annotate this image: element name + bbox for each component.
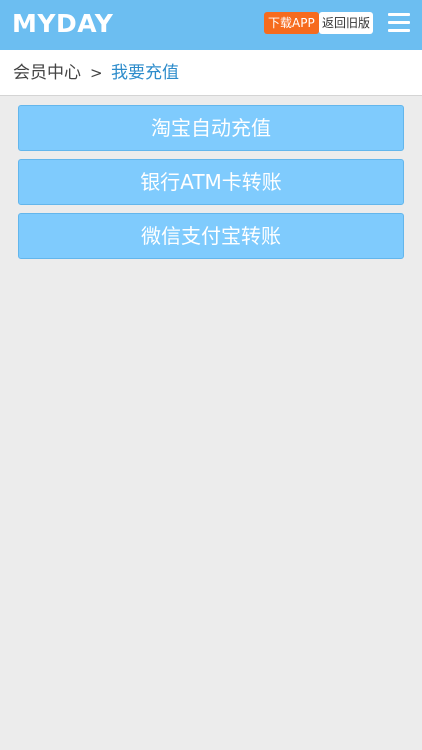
download-app-button[interactable]: 下载APP (264, 12, 319, 34)
site-logo[interactable]: MYDAY (12, 9, 113, 39)
breadcrumb-member-center[interactable]: 会员中心 (13, 62, 81, 84)
header-bar: MYDAY 下载APP 返回旧版 (0, 0, 422, 50)
breadcrumb: 会员中心 > 我要充值 (0, 50, 422, 96)
hamburger-menu-icon[interactable] (388, 13, 410, 33)
wechat-alipay-transfer-button[interactable]: 微信支付宝转账 (18, 213, 404, 259)
bank-atm-transfer-button[interactable]: 银行ATM卡转账 (18, 159, 404, 205)
breadcrumb-separator: > (90, 64, 103, 82)
return-old-version-button[interactable]: 返回旧版 (319, 12, 374, 34)
breadcrumb-current-page: 我要充值 (111, 63, 179, 83)
taobao-recharge-button[interactable]: 淘宝自动充值 (18, 105, 404, 151)
